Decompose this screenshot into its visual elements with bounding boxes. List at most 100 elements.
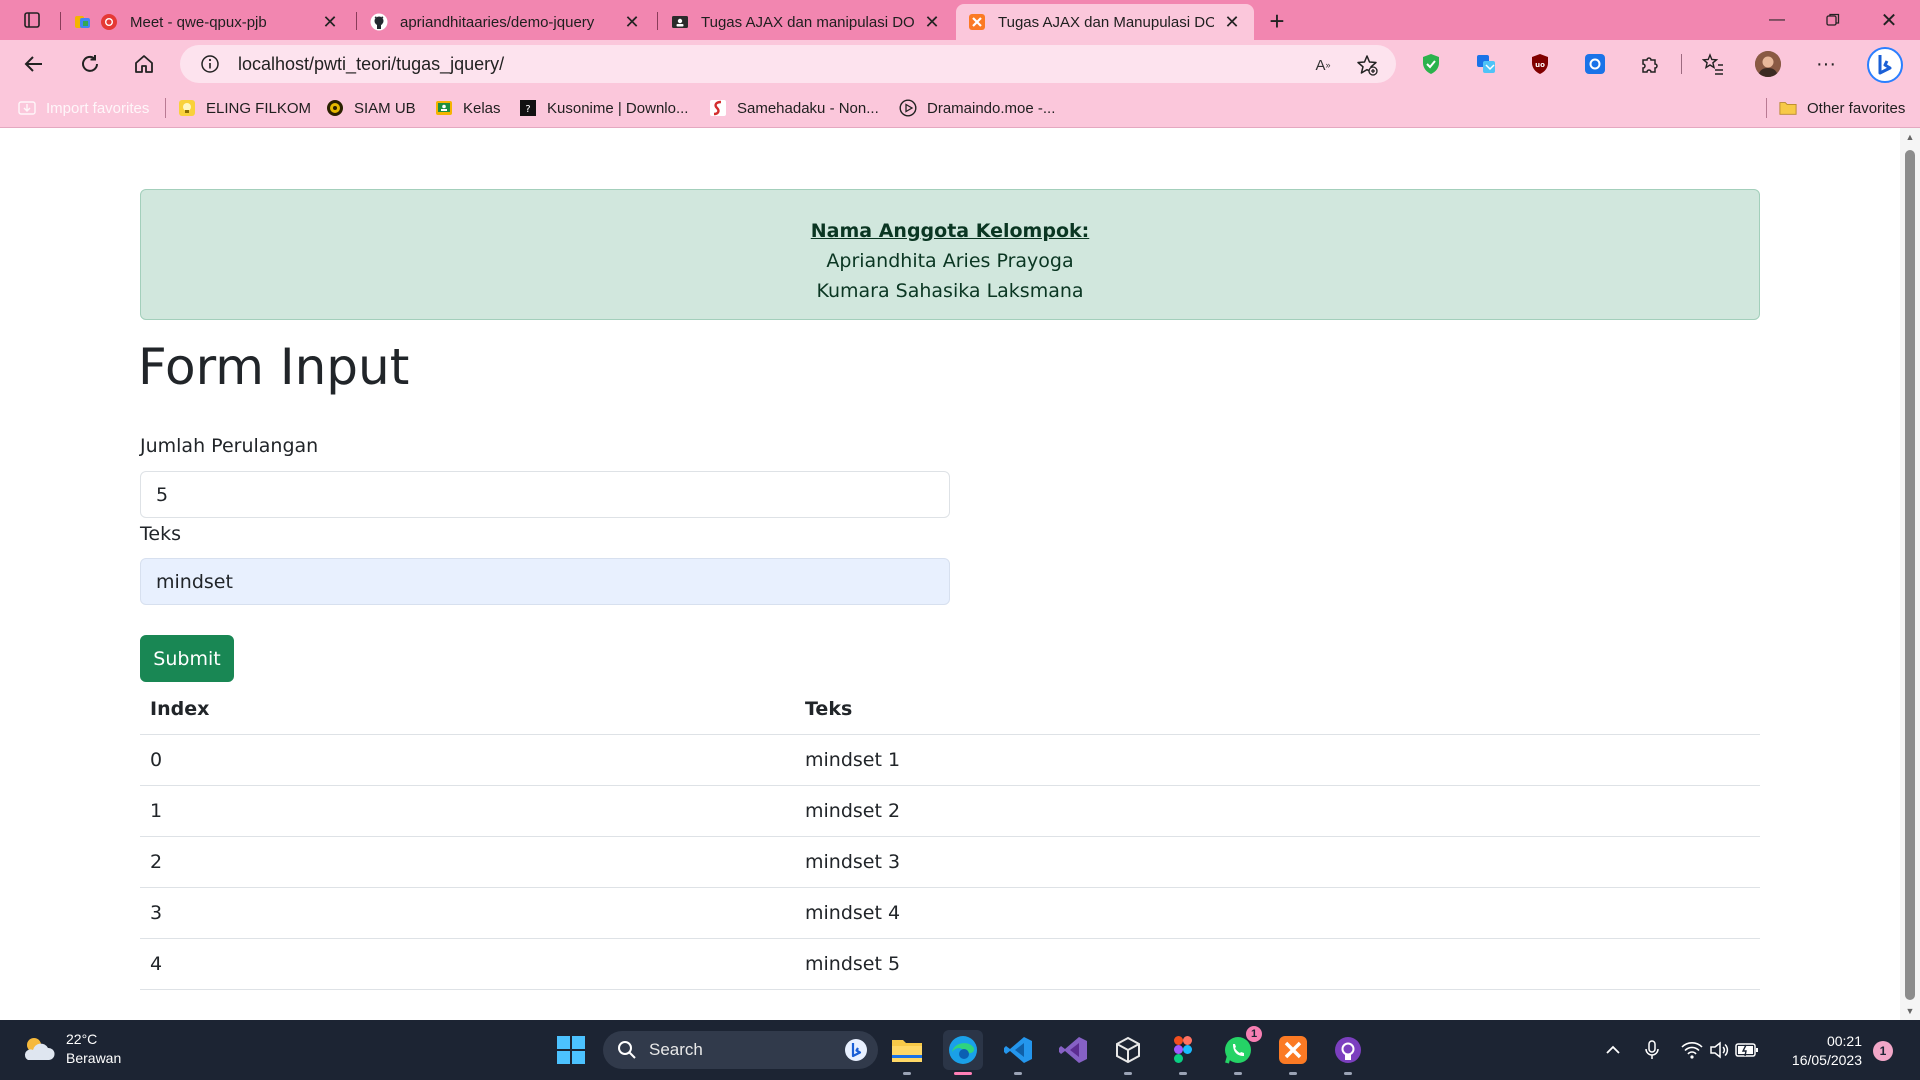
restore-icon	[1826, 13, 1840, 26]
weather-desc: Berawan	[66, 1050, 122, 1066]
plus-icon: +	[1269, 5, 1285, 36]
settings-more-button[interactable]: ···	[1813, 51, 1839, 77]
cell-index: 2	[150, 851, 163, 873]
tab-classroom[interactable]: Tugas AJAX dan manipulasi DOM ✕	[659, 4, 954, 40]
favorite-label: ELING FILKOM	[206, 99, 312, 117]
taskbar-search[interactable]: Search	[603, 1031, 878, 1069]
scrollbar-thumb[interactable]	[1905, 150, 1915, 1000]
running-indicator	[903, 1072, 911, 1075]
minimize-button[interactable]: —	[1750, 0, 1804, 40]
taskbar-unity[interactable]	[1108, 1030, 1148, 1070]
result-table: Index Teks 0 mindset 1 1 mindset 2 2 min…	[140, 683, 1760, 990]
taskbar-visual-studio[interactable]	[1053, 1030, 1093, 1070]
scroll-down-arrow-icon[interactable]: ▼	[1905, 1006, 1915, 1016]
text-label: Teks	[140, 523, 181, 545]
taskbar-edge[interactable]	[943, 1030, 983, 1070]
tab-separator	[657, 12, 658, 30]
tab-meet[interactable]: Meet - qwe-qpux-pjb ✕	[62, 4, 352, 40]
clock[interactable]: 00:21 16/05/2023	[1770, 1032, 1862, 1070]
microphone-button[interactable]	[1640, 1038, 1664, 1062]
favorite-import[interactable]: Import favorites	[18, 97, 149, 119]
taskbar-github-desktop[interactable]	[1328, 1030, 1368, 1070]
quick-settings-button[interactable]	[1680, 1038, 1760, 1062]
home-button[interactable]	[128, 48, 160, 80]
classroom-icon	[671, 13, 689, 31]
page-content: Nama Anggota Kelompok: Apriandhita Aries…	[0, 128, 1900, 1020]
taskbar-file-explorer[interactable]	[887, 1030, 927, 1070]
shield-extension-icon[interactable]	[1418, 51, 1444, 77]
whatsapp-badge: 1	[1246, 1026, 1262, 1042]
add-favorite-icon[interactable]	[1356, 54, 1378, 76]
cloud-sun-icon	[24, 1038, 55, 1060]
weather-widget[interactable]: 22°C Berawan	[20, 1030, 121, 1068]
tab-github[interactable]: apriandhitaaries/demo-jquery ✕	[358, 4, 654, 40]
alert-heading: Nama Anggota Kelompok:	[810, 220, 1090, 242]
bing-copilot-button[interactable]	[1866, 46, 1904, 84]
other-favorites[interactable]: Other favorites	[1779, 97, 1905, 119]
info-icon[interactable]	[200, 54, 220, 74]
loop-count-label: Jumlah Perulangan	[140, 435, 319, 457]
favorites-separator	[165, 98, 166, 118]
scroll-up-arrow-icon[interactable]: ▲	[1905, 132, 1915, 142]
favorite-kusonime[interactable]: ? Kusonime | Downlo...	[519, 97, 688, 119]
more-dots-icon: ···	[1816, 52, 1836, 75]
close-icon: ✕	[1880, 9, 1898, 32]
page-title: Form Input	[138, 338, 410, 396]
table-row: 0 mindset 1	[140, 735, 1760, 786]
member-name: Kumara Sahasika Laksmana	[816, 280, 1084, 302]
vertical-scrollbar[interactable]: ▲ ▼	[1900, 128, 1920, 1020]
taskbar-vscode[interactable]	[998, 1030, 1038, 1070]
show-hidden-icons-button[interactable]	[1601, 1038, 1625, 1062]
close-tab-icon[interactable]: ✕	[922, 12, 942, 32]
extensions-puzzle-icon[interactable]	[1637, 51, 1663, 77]
import-icon	[18, 99, 36, 117]
samehadaku-icon	[709, 99, 727, 117]
translate-extension-icon[interactable]	[1473, 51, 1499, 77]
wifi-icon	[1681, 1042, 1703, 1059]
new-tab-button[interactable]: +	[1262, 6, 1292, 36]
start-button[interactable]	[551, 1030, 591, 1070]
folder-icon	[1779, 99, 1797, 117]
profile-avatar[interactable]	[1755, 51, 1781, 77]
taskbar-whatsapp[interactable]: 1	[1218, 1026, 1262, 1070]
table-row: 1 mindset 2	[140, 786, 1760, 837]
favorite-siam-ub[interactable]: SIAM UB	[326, 97, 416, 119]
tab-actions-button[interactable]	[14, 8, 50, 32]
tab-active-xampp[interactable]: Tugas AJAX dan Manupulasi DOM ✕	[956, 4, 1254, 40]
favorite-kelas[interactable]: Kelas	[435, 97, 501, 119]
favorite-eling-filkom[interactable]: ELING FILKOM	[178, 97, 311, 119]
tab-title: Tugas AJAX dan manipulasi DOM	[701, 13, 914, 31]
close-tab-icon[interactable]: ✕	[320, 12, 340, 32]
weather-temp: 22°C	[66, 1031, 98, 1047]
bing-icon	[1867, 47, 1903, 83]
ublock-extension-icon[interactable]: uo	[1527, 51, 1553, 77]
windows-logo-icon	[557, 1036, 585, 1064]
favorites-list-icon[interactable]	[1700, 51, 1726, 77]
favorite-dramaindo[interactable]: Dramaindo.moe -...	[899, 97, 1055, 119]
close-tab-icon[interactable]: ✕	[1222, 12, 1242, 32]
notification-badge[interactable]: 1	[1873, 1041, 1893, 1061]
edge-icon	[949, 1036, 977, 1064]
blue-extension-icon[interactable]	[1582, 51, 1608, 77]
refresh-button[interactable]	[74, 48, 106, 80]
read-aloud-icon[interactable]: A»	[1312, 54, 1334, 76]
close-window-button[interactable]: ✕	[1862, 0, 1916, 40]
taskbar-xampp[interactable]	[1273, 1030, 1313, 1070]
running-indicator	[1179, 1072, 1187, 1075]
favorite-samehadaku[interactable]: Samehadaku - Non...	[709, 97, 879, 119]
close-tab-icon[interactable]: ✕	[622, 12, 642, 32]
cell-text: mindset 4	[805, 902, 901, 924]
text-input[interactable]: mindset	[140, 558, 950, 605]
loop-count-input[interactable]: 5	[140, 471, 950, 518]
bulb-icon	[178, 99, 196, 117]
back-button[interactable]	[18, 48, 50, 80]
taskbar-figma[interactable]	[1163, 1030, 1203, 1070]
cell-text: mindset 5	[805, 953, 901, 975]
submit-button[interactable]: Submit	[140, 635, 234, 682]
address-bar[interactable]: localhost/pwti_teori/tugas_jquery/ A»	[180, 45, 1396, 83]
running-indicator	[1234, 1072, 1242, 1075]
member-name: Apriandhita Aries Prayoga	[826, 250, 1074, 272]
restore-button[interactable]	[1806, 0, 1860, 40]
favorite-label: Import favorites	[46, 99, 150, 117]
cell-text: mindset 1	[805, 749, 901, 771]
